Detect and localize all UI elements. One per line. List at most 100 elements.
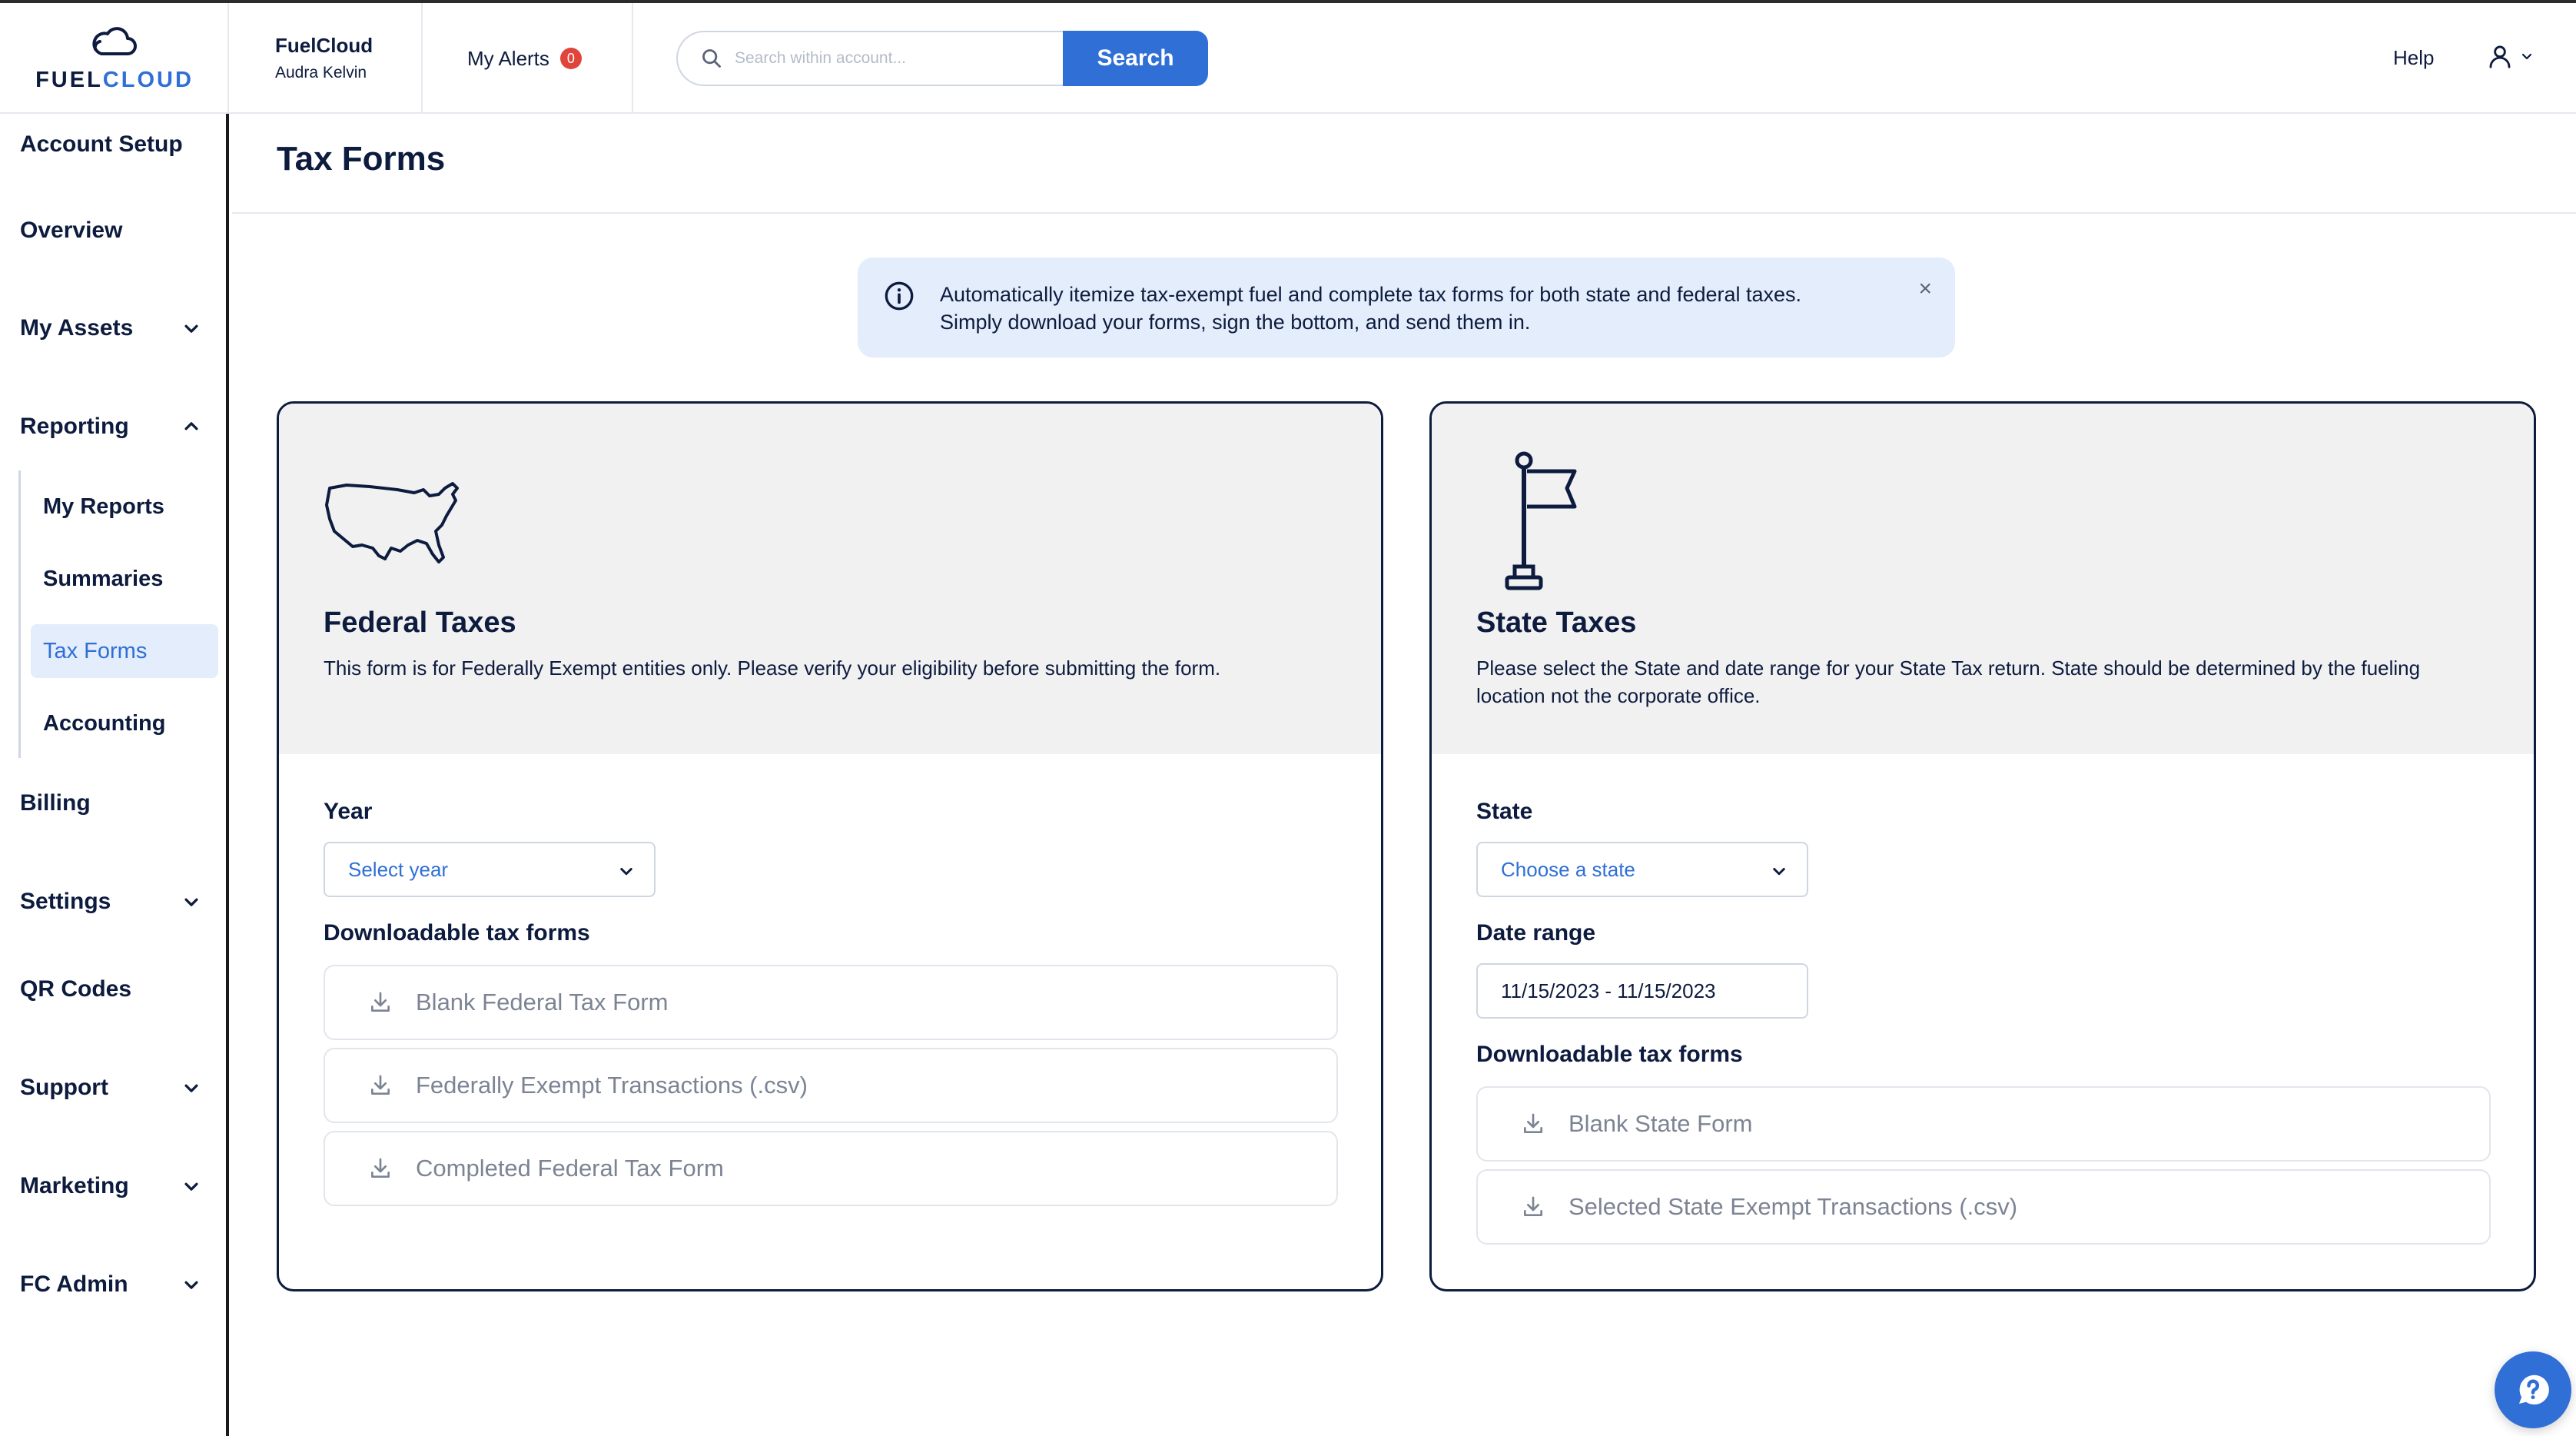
sidebar-item-settings[interactable]: Settings [0,875,226,929]
search-icon [702,49,721,68]
sidebar-item-reporting[interactable]: Reporting [0,400,226,454]
download-icon [1524,1196,1542,1216]
sidebar-item-support[interactable]: Support [0,1061,226,1115]
sidebar-item-qr-codes[interactable]: QR Codes [0,962,226,1016]
download-icon [1524,1113,1542,1133]
card-description: Please select the State and date range f… [1476,657,2421,707]
search-input[interactable] [735,49,1042,68]
info-banner: Automatically itemize tax-exempt fuel an… [858,258,1955,357]
date-range-label: Date range [1476,920,1596,946]
state-taxes-card: State Taxes Please select the State and … [1429,401,2536,1291]
state-select-value: Choose a state [1501,857,1635,881]
download-label: Completed Federal Tax Form [416,1155,724,1182]
chevron-down-icon [184,324,198,333]
chevron-down-icon [1773,868,1785,876]
logo-text: FUELCLOUD [35,68,194,92]
help-link[interactable]: Help [2393,46,2434,70]
sidebar-item-label: QR Codes [20,976,132,1002]
sidebar-item-label: Summaries [43,566,164,591]
state-label: State [1476,799,1533,824]
user-icon [2489,45,2511,68]
download-label: Blank State Form [1569,1110,1753,1137]
sidebar-item-marketing[interactable]: Marketing [0,1159,226,1213]
card-description: This form is for Federally Exempt entiti… [324,657,1221,680]
alerts-count-badge: 0 [559,48,582,69]
sidebar-item-billing[interactable]: Billing [0,776,226,830]
info-banner-line: Simply download your forms, sign the bot… [940,311,1531,334]
download-federally-exempt-csv[interactable]: Federally Exempt Transactions (.csv) [324,1048,1338,1123]
sidebar-item-label: Reporting [20,414,129,439]
download-label: Selected State Exempt Transactions (.csv… [1569,1193,2018,1220]
close-icon[interactable]: × [1918,276,1932,302]
download-label: Federally Exempt Transactions (.csv) [416,1072,808,1099]
info-banner-line: Automatically itemize tax-exempt fuel an… [940,283,1802,306]
year-select[interactable]: Select year [324,842,656,897]
chevron-down-icon [184,1182,198,1191]
chevron-up-icon [184,422,198,430]
chevron-down-icon [184,1281,198,1289]
card-title: Federal Taxes [324,607,516,639]
sidebar-item-tax-forms[interactable]: Tax Forms [31,624,218,678]
alerts-button[interactable]: My Alerts 0 [423,3,633,114]
account-user: Audra Kelvin [275,64,367,81]
download-completed-federal-form[interactable]: Completed Federal Tax Form [324,1131,1338,1206]
sidebar-item-my-reports[interactable]: My Reports [31,480,218,534]
account-name: FuelCloud [275,34,373,57]
sidebar-item-label: Account Setup [20,131,183,157]
sidebar-item-label: Billing [20,790,91,816]
search-button[interactable]: Search [1063,31,1208,86]
download-label: Blank Federal Tax Form [416,989,669,1016]
info-banner-text: Automatically itemize tax-exempt fuel an… [940,281,1801,336]
help-chat-button[interactable] [2495,1351,2571,1428]
download-state-exempt-csv[interactable]: Selected State Exempt Transactions (.csv… [1476,1169,2491,1245]
sidebar-item-label: Tax Forms [43,638,148,663]
sidebar: Account Setup Overview My Assets Reporti… [0,114,229,1436]
date-range-input[interactable]: 11/15/2023 - 11/15/2023 [1476,963,1808,1019]
card-title: State Taxes [1476,607,1637,639]
top-header: FUELCLOUD FuelCloud Audra Kelvin My Aler… [0,3,2576,114]
sidebar-item-label: Marketing [20,1173,129,1198]
download-icon [371,992,390,1012]
search-bar: Search [676,31,1208,86]
sidebar-item-label: My Reports [43,494,164,519]
downloadable-forms-label: Downloadable tax forms [1476,1042,1743,1067]
sidebar-item-label: Support [20,1075,108,1100]
federal-taxes-card: Federal Taxes This form is for Federally… [277,401,1383,1291]
download-blank-federal-form[interactable]: Blank Federal Tax Form [324,965,1338,1040]
divider [232,212,2576,214]
sidebar-item-accounting[interactable]: Accounting [31,696,218,750]
sidebar-item-label: FC Admin [20,1271,128,1297]
chevron-down-icon [2521,53,2532,60]
year-label: Year [324,799,373,824]
year-select-value: Select year [348,857,449,881]
logo[interactable]: FUELCLOUD [0,3,229,114]
usa-map-icon [325,482,459,563]
page-title: Tax Forms [277,140,446,178]
alerts-label: My Alerts [467,46,549,70]
help-chat-icon [2519,1375,2549,1405]
sidebar-item-account-setup[interactable]: Account Setup [0,118,226,171]
sidebar-item-fc-admin[interactable]: FC Admin [0,1258,226,1311]
downloadable-forms-label: Downloadable tax forms [324,920,590,946]
cloud-logo-icon [92,27,137,55]
download-icon [371,1158,390,1178]
sidebar-item-summaries[interactable]: Summaries [31,552,218,606]
chevron-down-icon [620,868,632,876]
account-switcher[interactable]: FuelCloud Audra Kelvin [229,3,423,114]
search-field[interactable] [676,31,1063,86]
date-range-value: 11/15/2023 - 11/15/2023 [1501,979,1716,1002]
sidebar-item-label: My Assets [20,315,134,341]
download-blank-state-form[interactable]: Blank State Form [1476,1086,2491,1162]
card-header: Federal Taxes This form is for Federally… [279,404,1381,754]
chevron-down-icon [184,1084,198,1092]
sidebar-item-overview[interactable]: Overview [0,204,226,258]
sidebar-item-my-assets[interactable]: My Assets [0,301,226,355]
info-icon [885,281,914,311]
sidebar-item-label: Accounting [43,710,166,736]
chevron-down-icon [184,898,198,906]
download-icon [371,1075,390,1095]
state-select[interactable]: Choose a state [1476,842,1808,897]
card-header: State Taxes Please select the State and … [1432,404,2534,754]
user-menu[interactable] [2487,43,2533,69]
sidebar-item-label: Overview [20,218,123,243]
